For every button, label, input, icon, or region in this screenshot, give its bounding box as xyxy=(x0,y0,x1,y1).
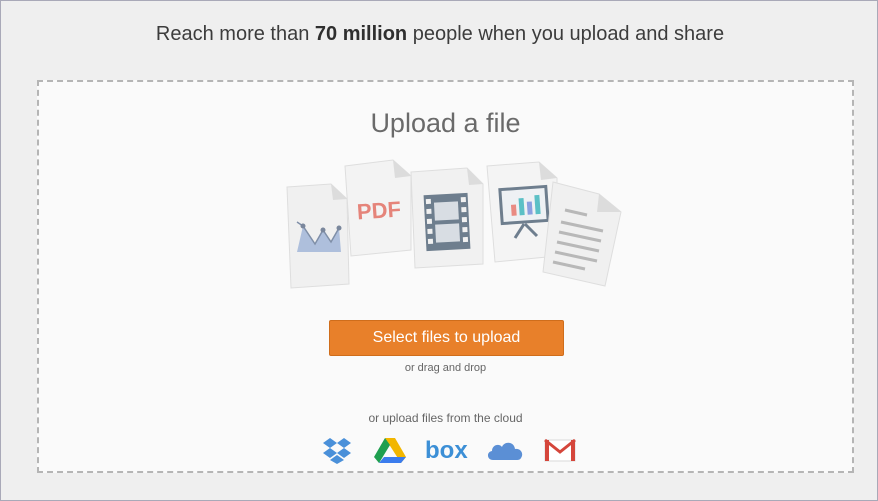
pdf-label: PDF xyxy=(356,196,402,224)
box-icon[interactable]: box xyxy=(425,436,469,464)
file-types-illustration: PDF xyxy=(286,159,622,289)
google-drive-icon[interactable] xyxy=(373,436,407,464)
video-document-icon xyxy=(410,167,484,269)
pdf-document-icon: PDF xyxy=(344,159,412,257)
cloud-upload-hint: or upload files from the cloud xyxy=(368,411,523,425)
headline-bold: 70 million xyxy=(314,23,408,45)
upload-page: Reach more than 70 million people when y… xyxy=(0,0,878,501)
gmail-icon[interactable] xyxy=(543,436,577,464)
select-files-button[interactable]: Select files to upload xyxy=(329,320,564,356)
text-document-icon xyxy=(542,181,622,287)
headline: Reach more than 70 million people when y… xyxy=(1,23,878,46)
cloud-services: box xyxy=(321,436,581,464)
drag-drop-hint: or drag and drop xyxy=(404,362,487,374)
headline-suffix: people when you upload and share xyxy=(407,23,725,45)
upload-title: Upload a file xyxy=(370,108,521,138)
chart-document-icon xyxy=(286,183,350,289)
headline-prefix: Reach more than xyxy=(155,23,315,45)
onedrive-icon[interactable] xyxy=(485,436,525,464)
dropbox-icon[interactable] xyxy=(321,436,355,464)
drop-zone[interactable]: Upload a file PDF Select files to upload… xyxy=(37,80,854,473)
box-label: box xyxy=(425,437,468,464)
